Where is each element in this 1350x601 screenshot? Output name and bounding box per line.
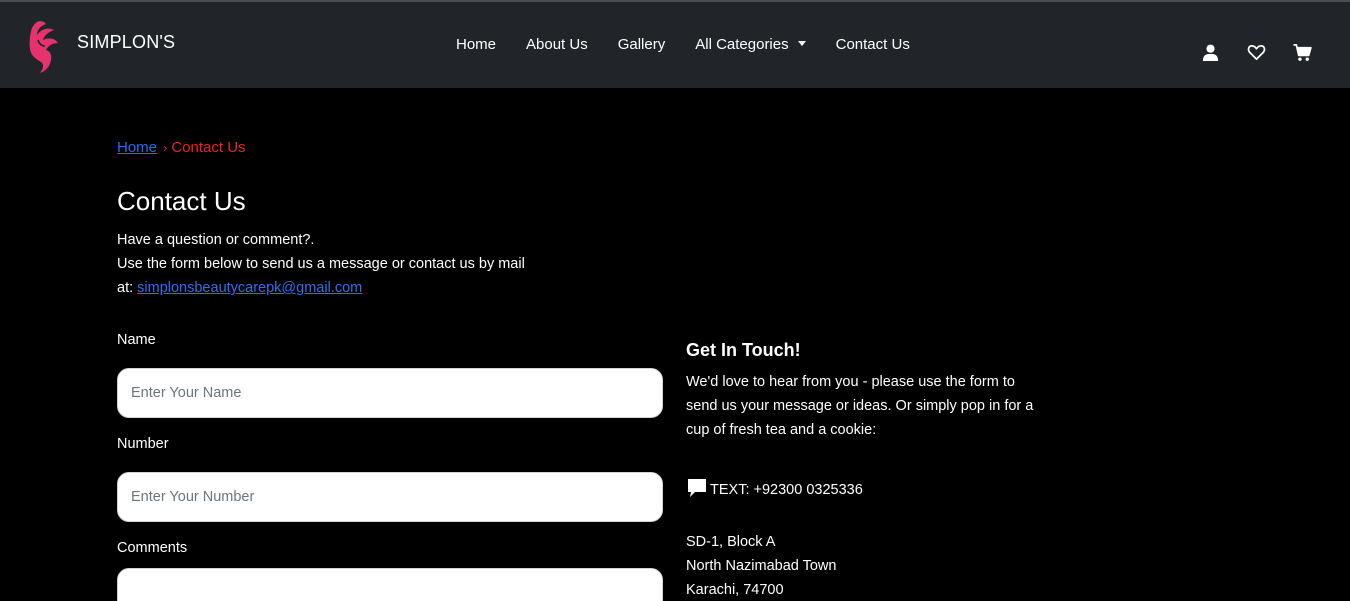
comments-label: Comments [117, 540, 188, 556]
nav-all-categories-dropdown[interactable]: All Categories [695, 36, 805, 53]
top-navbar: SIMPLON'S Home About Us Gallery All Cate… [0, 0, 1350, 88]
address-line-1: SD-1, Block A [686, 534, 776, 550]
breadcrumb: Home › Contact Us [117, 139, 246, 156]
nav-about-us[interactable]: About Us [526, 36, 588, 53]
name-input[interactable] [117, 368, 663, 418]
nav-home[interactable]: Home [456, 36, 496, 53]
brand[interactable]: SIMPLON'S [24, 18, 175, 74]
nav-gallery[interactable]: Gallery [618, 36, 666, 53]
phone-contact: TEXT: +92300 0325336 [686, 479, 863, 499]
address-line-3: Karachi, 74700 [686, 582, 784, 598]
name-label: Name [117, 332, 156, 348]
brand-logo-icon [29, 20, 58, 73]
email-prefix: at: [117, 280, 134, 296]
cart-icon[interactable] [1293, 43, 1312, 62]
user-icon[interactable] [1201, 43, 1220, 62]
number-label: Number [117, 436, 169, 452]
address: SD-1, Block A North Nazimabad Town Karac… [686, 530, 836, 601]
email-link[interactable]: simplonsbeautycarepk@gmail.com [137, 280, 362, 296]
heart-icon[interactable] [1247, 43, 1266, 62]
chevron-right-icon: › [163, 140, 168, 155]
phone-text: TEXT: +92300 0325336 [710, 482, 863, 498]
get-in-touch-title: Get In Touch! [686, 340, 801, 360]
breadcrumb-home-link[interactable]: Home [117, 139, 157, 156]
comments-textarea[interactable] [117, 568, 663, 601]
address-line-2: North Nazimabad Town [686, 558, 837, 574]
nav-icons [1201, 43, 1339, 62]
nav-contact-us[interactable]: Contact Us [836, 36, 910, 53]
intro-line-2: Use the form below to send us a message … [117, 256, 525, 272]
intro-line-1: Have a question or comment?. [117, 232, 315, 248]
number-input[interactable] [117, 472, 663, 522]
main-nav: Home About Us Gallery All Categories Con… [456, 36, 940, 53]
intro-line-3: at: simplonsbeautycarepk@gmail.com [117, 276, 547, 300]
get-in-touch-text: We'd love to hear from you - please use … [686, 374, 1034, 438]
page-title: Contact Us [117, 186, 246, 216]
breadcrumb-current: Contact Us [171, 139, 246, 156]
chat-bubble-icon [688, 479, 706, 497]
brand-name: SIMPLON'S [77, 31, 176, 52]
intro-text: Have a question or comment?. Use the for… [117, 228, 547, 300]
